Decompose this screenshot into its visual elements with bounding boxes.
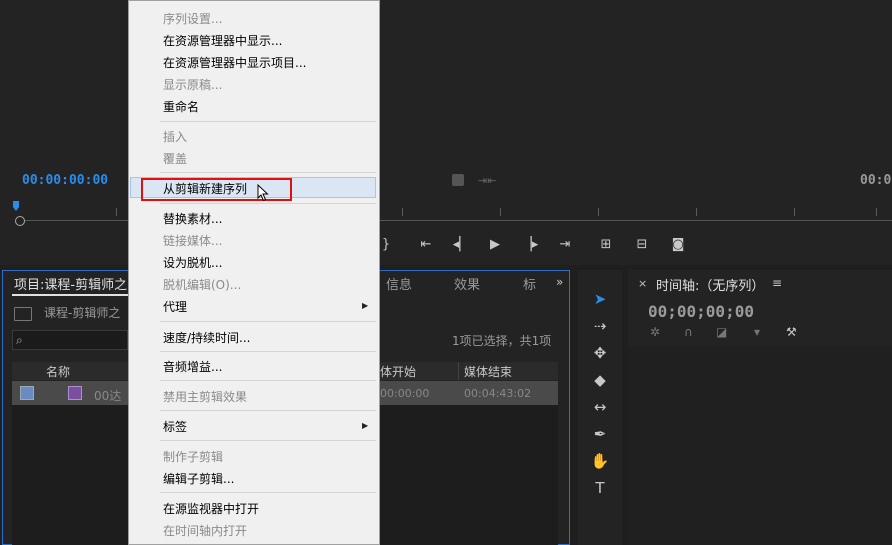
menu-separator xyxy=(160,203,376,204)
step-back-icon[interactable]: ◂▏ xyxy=(452,236,470,254)
snap-icon[interactable]: ∩ xyxy=(684,325,693,339)
menu-separator xyxy=(160,410,376,411)
linked-selection-icon[interactable]: ◪ xyxy=(716,325,727,339)
menu-separator xyxy=(160,440,376,441)
timeline-timecode[interactable]: 00;00;00;00 xyxy=(648,302,754,321)
menu-separator xyxy=(160,351,376,352)
panel-menu-icon[interactable]: ≡ xyxy=(772,276,782,290)
item-media-start: 00:00:00 xyxy=(380,387,430,400)
menu-item-insert[interactable]: 插入 xyxy=(163,128,187,145)
menu-item-audio-gain[interactable]: 音频增益... xyxy=(163,358,222,375)
razor-tool-icon[interactable]: ◆ xyxy=(590,370,610,390)
menu-item-edit-offline[interactable]: 脱机编辑(O)... xyxy=(163,276,241,293)
search-icon: ⌕ xyxy=(16,333,23,347)
hand-tool-icon[interactable]: ✋ xyxy=(590,451,610,471)
menu-separator xyxy=(160,121,376,122)
ruler-tick xyxy=(794,208,795,216)
submenu-arrow-icon: ▶ xyxy=(362,301,369,310)
menu-separator xyxy=(160,492,376,493)
item-name: 00达 xyxy=(94,389,122,403)
play-icon[interactable]: ▶ xyxy=(486,236,504,254)
tab-info[interactable]: 信息 xyxy=(386,274,412,293)
submenu-arrow-icon: ▶ xyxy=(362,421,369,430)
annotation-highlight-box xyxy=(141,178,292,201)
ripple-edit-tool-icon[interactable]: ✥ xyxy=(590,343,610,363)
tab-markers[interactable]: 标 xyxy=(523,274,536,293)
menu-item-disable-master-clip-effects[interactable]: 禁用主剪辑效果 xyxy=(163,388,247,405)
selection-tool-icon[interactable]: ➤ xyxy=(590,289,610,309)
menu-item-make-subclip[interactable]: 制作子剪辑 xyxy=(163,448,223,465)
item-media-end: 00:04:43:02 xyxy=(464,387,532,400)
timeline-tracks-area[interactable] xyxy=(628,346,892,545)
slip-tool-icon[interactable]: ↔ xyxy=(590,397,610,417)
column-header-media-start[interactable]: 体开始 xyxy=(380,363,416,380)
track-select-tool-icon[interactable]: ⇢ xyxy=(590,316,610,336)
menu-item-show-original[interactable]: 显示原稿... xyxy=(163,76,222,93)
menu-item-partial xyxy=(163,0,167,10)
tab-effects[interactable]: 效果 xyxy=(454,274,480,293)
camera-icon[interactable]: ◙ xyxy=(669,236,687,254)
search-input[interactable] xyxy=(12,330,128,350)
settings-wrench-icon[interactable]: ⚒ xyxy=(786,325,797,339)
pen-tool-icon[interactable]: ✒ xyxy=(590,424,610,444)
menu-item-label[interactable]: 标签 xyxy=(163,418,187,435)
menu-item-open-in-timeline[interactable]: 在时间轴内打开 xyxy=(163,522,247,539)
folder-icon xyxy=(14,307,32,321)
step-forward-icon[interactable]: ▕▸ xyxy=(521,236,539,254)
menu-item-replace-footage[interactable]: 替换素材... xyxy=(163,210,222,227)
ruler-tick xyxy=(402,208,403,216)
ruler-tick xyxy=(116,208,117,216)
column-header-name[interactable]: 名称 xyxy=(46,363,70,380)
marker-icon[interactable] xyxy=(452,174,464,186)
column-divider[interactable] xyxy=(458,362,459,380)
active-tab-underline xyxy=(12,294,132,296)
column-header-media-end[interactable]: 媒体结束 xyxy=(464,363,512,380)
ruler-tick xyxy=(876,208,877,216)
nest-icon[interactable]: ✲ xyxy=(650,325,660,339)
ruler-tick xyxy=(598,208,599,216)
menu-item-edit-subclip[interactable]: 编辑子剪辑... xyxy=(163,470,234,487)
sequence-icon xyxy=(68,386,82,400)
more-tabs-icon[interactable]: » xyxy=(556,275,563,289)
insert-marker-icon[interactable]: ⇥⇤ xyxy=(478,174,496,187)
mouse-cursor-icon xyxy=(257,184,269,202)
timeline-title[interactable]: 时间轴:（无序列） xyxy=(656,275,764,294)
project-panel-title[interactable]: 项目:课程-剪辑师之 xyxy=(14,274,127,293)
menu-item-rename[interactable]: 重命名 xyxy=(163,98,199,115)
menu-separator xyxy=(160,380,376,381)
go-to-out-icon[interactable]: ⇥ xyxy=(556,236,574,254)
menu-item-reveal-in-explorer[interactable]: 在资源管理器中显示... xyxy=(163,32,282,49)
insert-icon[interactable]: ⊞ xyxy=(597,236,615,254)
overwrite-icon[interactable]: ⊟ xyxy=(633,236,651,254)
project-name: 课程-剪辑师之 xyxy=(44,306,121,320)
menu-item-open-in-source-monitor[interactable]: 在源监视器中打开 xyxy=(163,500,259,517)
menu-separator xyxy=(160,172,376,173)
menu-item-link-media[interactable]: 链接媒体... xyxy=(163,232,222,249)
source-timecode-duration: 00:00 xyxy=(860,173,892,188)
add-marker-icon[interactable]: ▾ xyxy=(754,325,760,339)
label-color-swatch[interactable] xyxy=(20,386,34,400)
zoom-handle-icon[interactable] xyxy=(15,216,25,226)
type-tool-icon[interactable]: T xyxy=(590,478,610,498)
ruler-tick xyxy=(500,208,501,216)
menu-item-proxy[interactable]: 代理 xyxy=(163,298,187,315)
menu-item-reveal-project-in-explorer[interactable]: 在资源管理器中显示项目... xyxy=(163,54,306,71)
ruler-tick xyxy=(696,208,697,216)
menu-item-speed-duration[interactable]: 速度/持续时间... xyxy=(163,329,251,346)
source-timecode-current[interactable]: 00:00:00:00 xyxy=(22,173,108,188)
close-icon[interactable]: × xyxy=(638,277,647,290)
menu-separator xyxy=(160,321,376,322)
menu-item-sequence-settings[interactable]: 序列设置... xyxy=(163,10,222,27)
menu-item-make-offline[interactable]: 设为脱机... xyxy=(163,254,222,271)
go-to-in-icon[interactable]: ⇤ xyxy=(417,236,435,254)
menu-item-overwrite[interactable]: 覆盖 xyxy=(163,150,187,167)
selection-info: 1项已选择，共1项 xyxy=(452,334,552,348)
